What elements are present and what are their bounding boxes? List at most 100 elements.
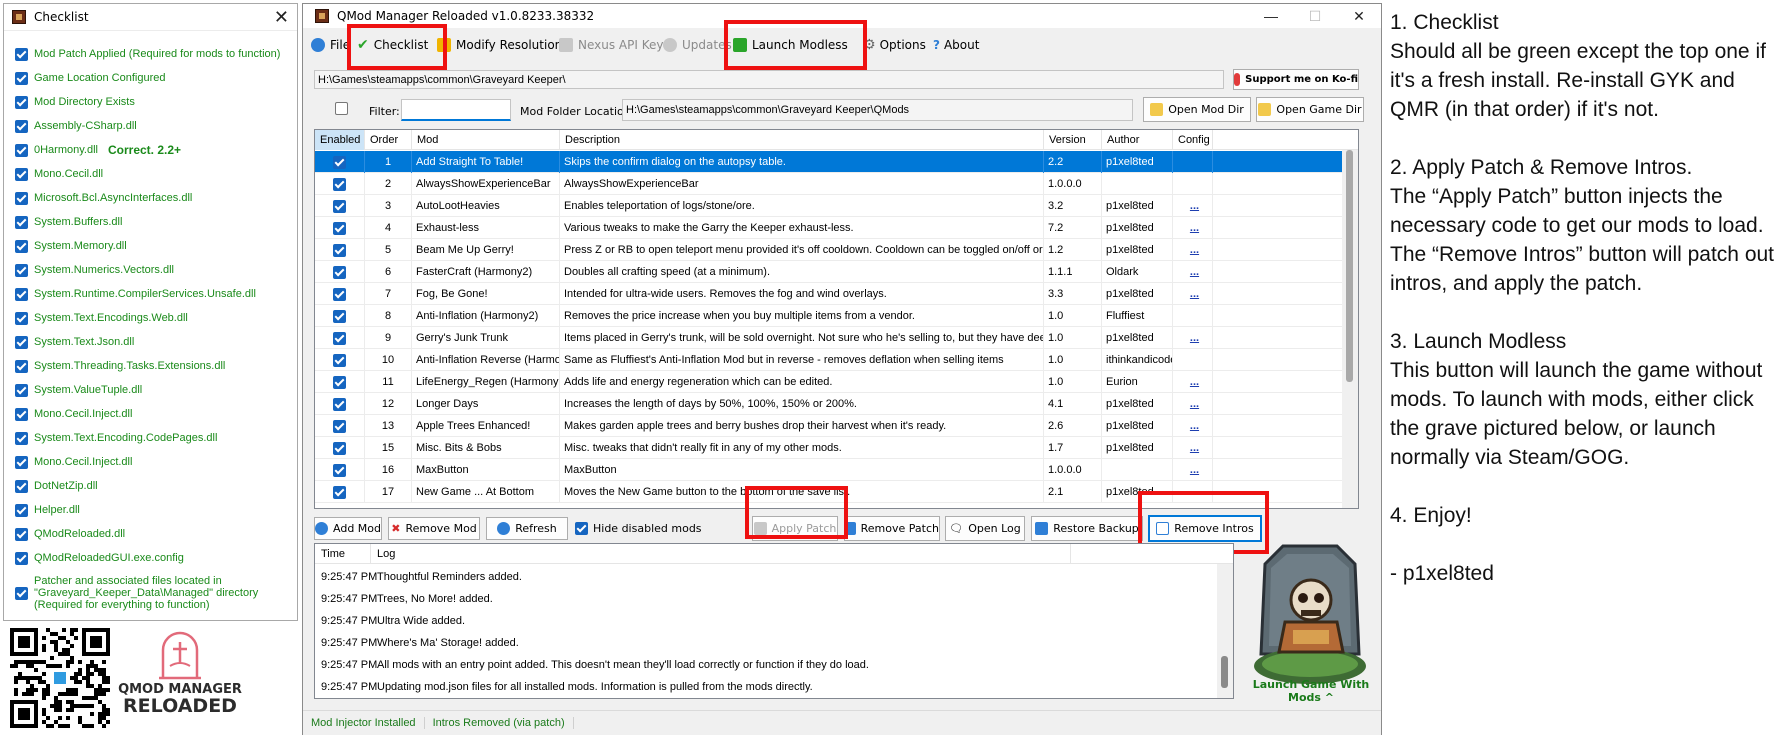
grid-scrollbar-thumb[interactable] [1346,150,1353,382]
hide-disabled-checkbox[interactable] [575,522,588,535]
table-row[interactable]: 12 Longer Days Increases the length of day… [315,393,1355,415]
cell-config[interactable]: ... [1173,239,1213,261]
cell-config[interactable]: ... [1173,283,1213,305]
cell-enabled[interactable] [315,173,365,195]
cell-config[interactable]: ... [1173,459,1213,481]
cell-config[interactable]: ... [1173,415,1213,437]
cell-enabled[interactable] [315,261,365,283]
table-row[interactable]: 7 Fog, Be Gone! Intended for ultra-wide us… [315,283,1355,305]
enabled-checkbox[interactable] [333,243,346,257]
cell-enabled[interactable] [315,217,365,239]
close-icon[interactable]: ✕ [1337,4,1381,28]
column-header-order[interactable]: Order [365,130,412,150]
cell-enabled[interactable] [315,327,365,349]
enabled-checkbox[interactable] [333,485,346,499]
enabled-checkbox[interactable] [333,287,346,301]
enabled-checkbox[interactable] [333,155,346,169]
table-row[interactable]: 13 Apple Trees Enhanced! Makes garden appl… [315,415,1355,437]
enabled-checkbox[interactable] [333,419,346,433]
open-game-dir-button[interactable]: Open Game Dir [1256,97,1364,122]
table-row[interactable]: 5 Beam Me Up Gerry! Press Z or RB to open … [315,239,1355,261]
remove-patch-button[interactable]: Remove Patch [844,516,940,541]
cell-config[interactable]: ... [1173,217,1213,239]
cell-config[interactable] [1173,349,1213,371]
cell-config[interactable]: ... [1173,261,1213,283]
enabled-checkbox[interactable] [333,375,346,389]
cell-enabled[interactable] [315,283,365,305]
log-scrollbar[interactable] [1217,564,1233,698]
column-header-enabled[interactable]: Enabled [315,130,365,150]
table-row[interactable]: 11 LifeEnergy_Regen (Harmony2) Adds life a… [315,371,1355,393]
table-row[interactable]: 10Anti-Inflation Reverse (Harmony2)Same … [315,349,1355,371]
cell-config[interactable] [1173,305,1213,327]
table-row[interactable]: 1 Add Straight To Table! Skips the confirm… [315,151,1355,173]
grave-launch-icon[interactable] [1241,536,1379,696]
close-icon[interactable]: ✕ [274,7,289,28]
enabled-checkbox[interactable] [333,331,346,345]
add-mod-button[interactable]: Add Mod [314,517,382,540]
filter-input[interactable] [401,99,511,121]
select-all-checkbox[interactable] [335,102,348,115]
kofi-button[interactable]: Support me on Ko-fi [1233,69,1359,90]
column-header-mod[interactable]: Mod [412,130,560,150]
cell-enabled[interactable] [315,349,365,371]
column-header-config[interactable]: Config [1173,130,1213,150]
cell-config[interactable]: ... [1173,393,1213,415]
enabled-checkbox[interactable] [333,199,346,213]
cell-enabled[interactable] [315,371,365,393]
grid-scrollbar[interactable] [1342,150,1358,508]
cell-config[interactable] [1173,151,1213,173]
menu-nexus-api-key[interactable]: Nexus API Key [559,35,663,55]
game-location-field[interactable]: H:\Games\steamapps\common\Graveyard Keep… [314,70,1224,89]
table-row[interactable]: 9 Gerry's Junk Trunk Items placed in Gerry… [315,327,1355,349]
table-row[interactable]: 15 Misc. Bits & Bobs Misc. tweaks that did… [315,437,1355,459]
cell-enabled[interactable] [315,437,365,459]
restore-backup-button[interactable]: Restore Backup [1031,516,1143,541]
enabled-checkbox[interactable] [333,265,346,279]
table-row[interactable]: 3 AutoLootHeavies Enables teleportation of… [315,195,1355,217]
mod-folder-field[interactable]: H:\Games\steamapps\common\Graveyard Keep… [622,99,1133,121]
cell-enabled[interactable] [315,151,365,173]
menu-updates[interactable]: Updates [663,35,732,55]
cell-enabled[interactable] [315,459,365,481]
cell-config[interactable] [1173,173,1213,195]
menu-options[interactable]: ⚙ Options [863,35,926,55]
cell-enabled[interactable] [315,305,365,327]
menu-modify-resolution[interactable]: Modify Resolution [437,35,562,55]
open-log-button[interactable]: 🗨 Open Log [945,516,1025,541]
log-scrollbar-thumb[interactable] [1221,656,1228,688]
table-row[interactable]: 2 AlwaysShowExperienceBar AlwaysShowExperi… [315,173,1355,195]
minimize-icon[interactable]: — [1249,4,1293,28]
enabled-checkbox[interactable] [333,353,346,367]
column-header-version[interactable]: Version [1044,130,1102,150]
open-mod-dir-button[interactable]: Open Mod Dir [1143,97,1251,122]
refresh-button[interactable]: Refresh [486,517,568,540]
cell-config[interactable]: ... [1173,195,1213,217]
enabled-checkbox[interactable] [333,221,346,235]
column-header-author[interactable]: Author [1102,130,1173,150]
cell-enabled[interactable] [315,415,365,437]
table-row[interactable]: 16 MaxButton MaxButton 1.0.0.0... [315,459,1355,481]
enabled-checkbox[interactable] [333,177,346,191]
menu-file[interactable]: File [311,35,350,55]
table-row[interactable]: 8 Anti-Inflation (Harmony2) Removes the pr… [315,305,1355,327]
enabled-checkbox[interactable] [333,463,346,477]
enabled-checkbox[interactable] [333,309,346,323]
cell-config[interactable]: ... [1173,371,1213,393]
maximize-icon[interactable]: ☐ [1293,4,1337,28]
table-row[interactable]: 4 Exhaust-less Various tweaks to make the … [315,217,1355,239]
remove-mod-button[interactable]: ✖ Remove Mod [388,517,480,540]
cell-enabled[interactable] [315,195,365,217]
enabled-checkbox[interactable] [333,441,346,455]
cell-enabled[interactable] [315,393,365,415]
cell-config[interactable]: ... [1173,437,1213,459]
menu-about[interactable]: ? About [933,35,979,55]
cell-config[interactable]: ... [1173,327,1213,349]
launch-game-with-mods-label[interactable]: Launch Game With Mods ^ [1239,678,1383,704]
cell-enabled[interactable] [315,239,365,261]
enabled-checkbox[interactable] [333,397,346,411]
column-header-description[interactable]: Description [560,130,1044,150]
table-row[interactable]: 6 FasterCraft (Harmony2) Doubles all craft… [315,261,1355,283]
cell-enabled[interactable] [315,481,365,503]
log-column-time: Time [315,544,371,564]
